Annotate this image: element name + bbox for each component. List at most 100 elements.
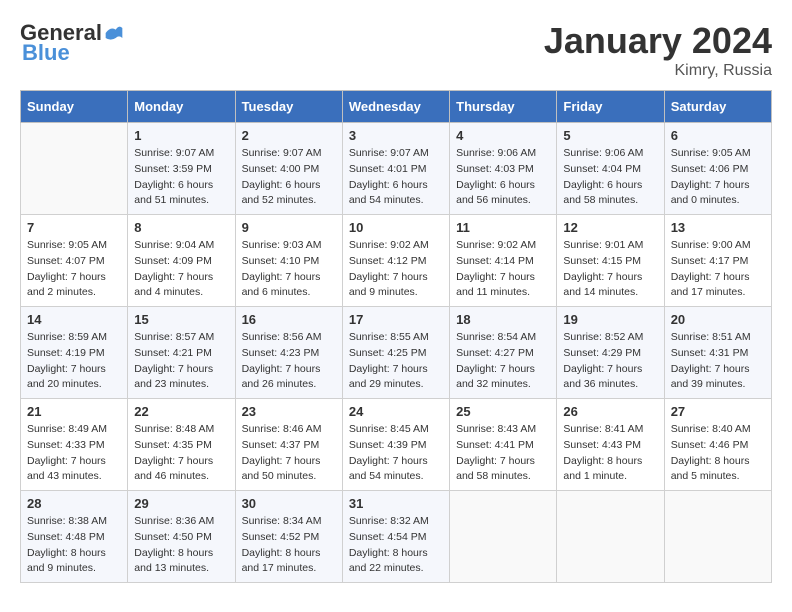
header-cell-tuesday: Tuesday — [235, 91, 342, 123]
day-info: Sunrise: 9:02 AMSunset: 4:12 PMDaylight:… — [349, 238, 443, 301]
day-number: 17 — [349, 312, 443, 327]
day-number: 15 — [134, 312, 228, 327]
calendar-subtitle: Kimry, Russia — [544, 62, 772, 80]
day-number: 21 — [27, 404, 121, 419]
day-number: 2 — [242, 128, 336, 143]
day-number: 28 — [27, 496, 121, 511]
day-cell: 26Sunrise: 8:41 AMSunset: 4:43 PMDayligh… — [557, 399, 664, 491]
day-info: Sunrise: 8:59 AMSunset: 4:19 PMDaylight:… — [27, 330, 121, 393]
day-number: 11 — [456, 220, 550, 235]
day-info: Sunrise: 9:06 AMSunset: 4:03 PMDaylight:… — [456, 146, 550, 209]
day-cell: 1 Sunrise: 9:07 AMSunset: 3:59 PMDaylight… — [128, 123, 235, 215]
page-header: General Blue January 2024 Kimry, Russia — [20, 20, 772, 80]
day-info: Sunrise: 9:04 AMSunset: 4:09 PMDaylight:… — [134, 238, 228, 301]
day-cell: 19Sunrise: 8:52 AMSunset: 4:29 PMDayligh… — [557, 307, 664, 399]
header-cell-wednesday: Wednesday — [342, 91, 449, 123]
day-info: Sunrise: 8:34 AMSunset: 4:52 PMDaylight:… — [242, 514, 336, 577]
day-cell: 5 Sunrise: 9:06 AMSunset: 4:04 PMDaylight… — [557, 123, 664, 215]
day-cell: 8 Sunrise: 9:04 AMSunset: 4:09 PMDaylight… — [128, 215, 235, 307]
day-cell: 13Sunrise: 9:00 AMSunset: 4:17 PMDayligh… — [664, 215, 771, 307]
day-number: 29 — [134, 496, 228, 511]
day-number: 25 — [456, 404, 550, 419]
day-number: 19 — [563, 312, 657, 327]
day-cell: 12 Sunrise: 9:01 AMSunset: 4:15 PMDayligh… — [557, 215, 664, 307]
week-row: 14 Sunrise: 8:59 AMSunset: 4:19 PMDayligh… — [21, 307, 772, 399]
day-cell: 27Sunrise: 8:40 AMSunset: 4:46 PMDayligh… — [664, 399, 771, 491]
day-info: Sunrise: 8:46 AMSunset: 4:37 PMDaylight:… — [242, 422, 336, 485]
day-cell: 29 Sunrise: 8:36 AMSunset: 4:50 PMDayligh… — [128, 491, 235, 583]
day-number: 7 — [27, 220, 121, 235]
day-number: 10 — [349, 220, 443, 235]
day-number: 5 — [563, 128, 657, 143]
day-info: Sunrise: 8:56 AMSunset: 4:23 PMDaylight:… — [242, 330, 336, 393]
week-row: 1 Sunrise: 9:07 AMSunset: 3:59 PMDaylight… — [21, 123, 772, 215]
day-number: 22 — [134, 404, 228, 419]
day-cell: 21 Sunrise: 8:49 AMSunset: 4:33 PMDayligh… — [21, 399, 128, 491]
header-cell-monday: Monday — [128, 91, 235, 123]
calendar-body: 1 Sunrise: 9:07 AMSunset: 3:59 PMDaylight… — [21, 123, 772, 583]
calendar-header: SundayMondayTuesdayWednesdayThursdayFrid… — [21, 91, 772, 123]
header-cell-friday: Friday — [557, 91, 664, 123]
day-number: 3 — [349, 128, 443, 143]
week-row: 7 Sunrise: 9:05 AMSunset: 4:07 PMDaylight… — [21, 215, 772, 307]
day-info: Sunrise: 9:03 AMSunset: 4:10 PMDaylight:… — [242, 238, 336, 301]
day-number: 26 — [563, 404, 657, 419]
day-cell: 28 Sunrise: 8:38 AMSunset: 4:48 PMDayligh… — [21, 491, 128, 583]
day-info: Sunrise: 9:02 AMSunset: 4:14 PMDaylight:… — [456, 238, 550, 301]
header-cell-saturday: Saturday — [664, 91, 771, 123]
day-info: Sunrise: 8:49 AMSunset: 4:33 PMDaylight:… — [27, 422, 121, 485]
day-cell — [664, 491, 771, 583]
day-cell: 2Sunrise: 9:07 AMSunset: 4:00 PMDaylight… — [235, 123, 342, 215]
day-number: 30 — [242, 496, 336, 511]
day-info: Sunrise: 8:48 AMSunset: 4:35 PMDaylight:… — [134, 422, 228, 485]
day-cell: 24 Sunrise: 8:45 AMSunset: 4:39 PMDayligh… — [342, 399, 449, 491]
day-cell: 11 Sunrise: 9:02 AMSunset: 4:14 PMDayligh… — [450, 215, 557, 307]
day-info: Sunrise: 8:36 AMSunset: 4:50 PMDaylight:… — [134, 514, 228, 577]
day-info: Sunrise: 9:07 AMSunset: 3:59 PMDaylight:… — [134, 146, 228, 209]
day-info: Sunrise: 9:06 AMSunset: 4:04 PMDaylight:… — [563, 146, 657, 209]
day-cell: 20Sunrise: 8:51 AMSunset: 4:31 PMDayligh… — [664, 307, 771, 399]
header-cell-thursday: Thursday — [450, 91, 557, 123]
day-info: Sunrise: 8:51 AMSunset: 4:31 PMDaylight:… — [671, 330, 765, 393]
day-cell: 30 Sunrise: 8:34 AMSunset: 4:52 PMDayligh… — [235, 491, 342, 583]
calendar-title: January 2024 — [544, 20, 772, 62]
day-cell: 17 Sunrise: 8:55 AMSunset: 4:25 PMDayligh… — [342, 307, 449, 399]
day-cell — [450, 491, 557, 583]
day-number: 1 — [134, 128, 228, 143]
day-cell: 4Sunrise: 9:06 AMSunset: 4:03 PMDaylight… — [450, 123, 557, 215]
day-cell: 6Sunrise: 9:05 AMSunset: 4:06 PMDaylight… — [664, 123, 771, 215]
week-row: 28 Sunrise: 8:38 AMSunset: 4:48 PMDayligh… — [21, 491, 772, 583]
day-info: Sunrise: 9:05 AMSunset: 4:07 PMDaylight:… — [27, 238, 121, 301]
day-number: 24 — [349, 404, 443, 419]
logo: General Blue — [20, 20, 124, 66]
day-cell: 31 Sunrise: 8:32 AMSunset: 4:54 PMDayligh… — [342, 491, 449, 583]
day-cell: 7 Sunrise: 9:05 AMSunset: 4:07 PMDaylight… — [21, 215, 128, 307]
day-cell — [21, 123, 128, 215]
day-info: Sunrise: 9:01 AMSunset: 4:15 PMDaylight:… — [563, 238, 657, 301]
day-cell: 25 Sunrise: 8:43 AMSunset: 4:41 PMDayligh… — [450, 399, 557, 491]
day-cell: 23Sunrise: 8:46 AMSunset: 4:37 PMDayligh… — [235, 399, 342, 491]
title-area: January 2024 Kimry, Russia — [544, 20, 772, 80]
day-info: Sunrise: 8:43 AMSunset: 4:41 PMDaylight:… — [456, 422, 550, 485]
day-info: Sunrise: 8:45 AMSunset: 4:39 PMDaylight:… — [349, 422, 443, 485]
day-number: 14 — [27, 312, 121, 327]
day-info: Sunrise: 8:55 AMSunset: 4:25 PMDaylight:… — [349, 330, 443, 393]
day-number: 12 — [563, 220, 657, 235]
day-cell: 3 Sunrise: 9:07 AMSunset: 4:01 PMDaylight… — [342, 123, 449, 215]
header-row: SundayMondayTuesdayWednesdayThursdayFrid… — [21, 91, 772, 123]
header-cell-sunday: Sunday — [21, 91, 128, 123]
day-info: Sunrise: 8:38 AMSunset: 4:48 PMDaylight:… — [27, 514, 121, 577]
day-number: 8 — [134, 220, 228, 235]
day-cell — [557, 491, 664, 583]
day-info: Sunrise: 8:32 AMSunset: 4:54 PMDaylight:… — [349, 514, 443, 577]
calendar-table: SundayMondayTuesdayWednesdayThursdayFrid… — [20, 90, 772, 583]
day-info: Sunrise: 9:07 AMSunset: 4:01 PMDaylight:… — [349, 146, 443, 209]
day-number: 18 — [456, 312, 550, 327]
day-number: 31 — [349, 496, 443, 511]
week-row: 21 Sunrise: 8:49 AMSunset: 4:33 PMDayligh… — [21, 399, 772, 491]
day-cell: 9Sunrise: 9:03 AMSunset: 4:10 PMDaylight… — [235, 215, 342, 307]
day-info: Sunrise: 8:57 AMSunset: 4:21 PMDaylight:… — [134, 330, 228, 393]
day-cell: 22 Sunrise: 8:48 AMSunset: 4:35 PMDayligh… — [128, 399, 235, 491]
day-number: 27 — [671, 404, 765, 419]
day-info: Sunrise: 9:00 AMSunset: 4:17 PMDaylight:… — [671, 238, 765, 301]
